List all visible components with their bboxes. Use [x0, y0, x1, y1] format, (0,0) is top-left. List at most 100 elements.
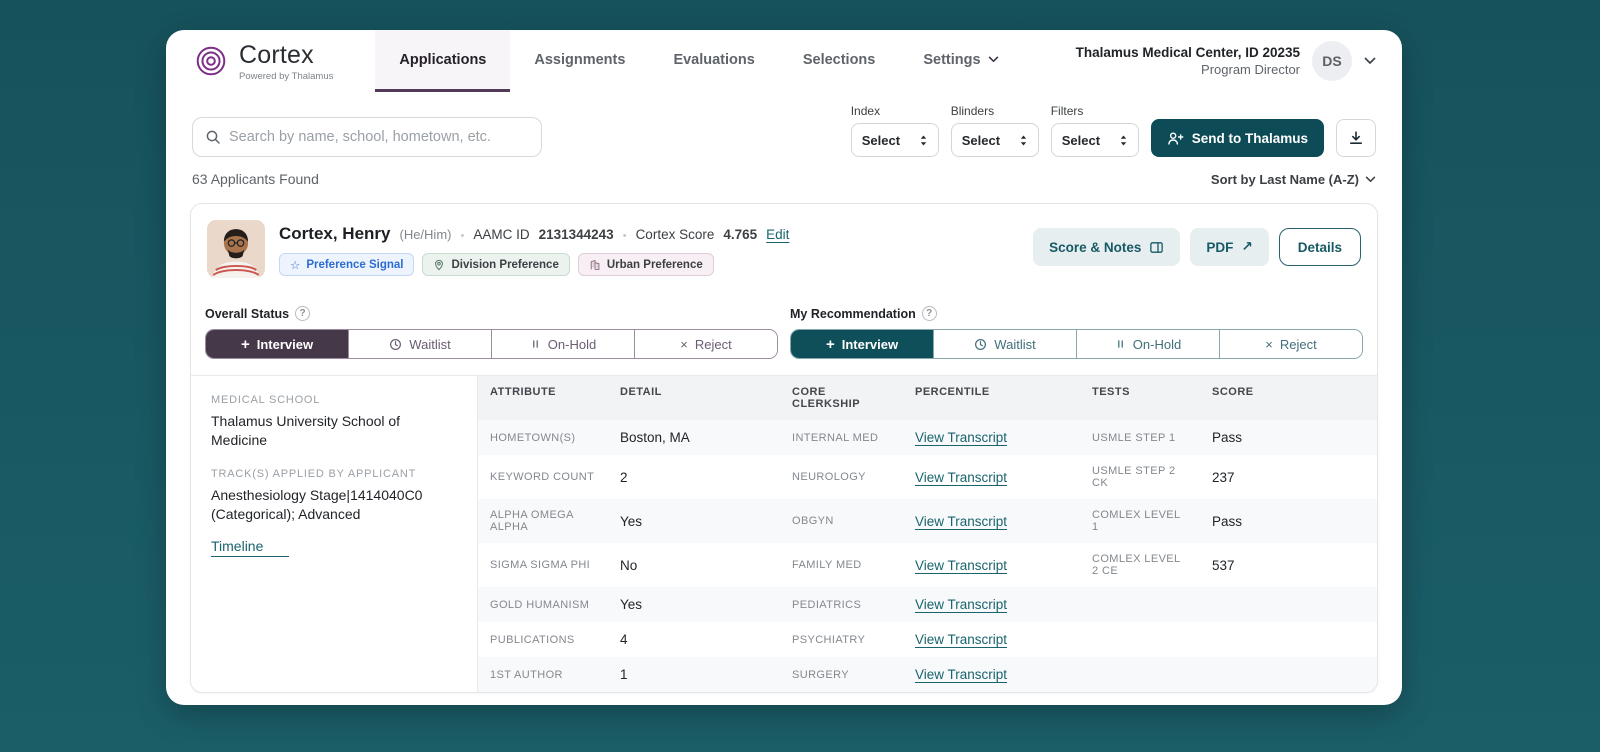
view-transcript-link[interactable]: View Transcript	[915, 558, 1007, 573]
account-menu[interactable]: Thalamus Medical Center, ID 20235 Progra…	[1076, 30, 1376, 92]
score-notes-label: Score & Notes	[1049, 240, 1141, 255]
recommendation-onhold-button[interactable]: On-Hold	[1076, 330, 1219, 358]
tracks-value: Anesthesiology Stage|1414040C0 (Categori…	[211, 486, 437, 524]
index-filter-label: Index	[851, 104, 939, 118]
index-select[interactable]: Select	[851, 123, 939, 157]
send-to-thalamus-button[interactable]: Send to Thalamus	[1151, 119, 1324, 157]
help-icon[interactable]: ?	[295, 306, 310, 321]
plus-icon: +	[241, 337, 250, 352]
overall-onhold-button[interactable]: On-Hold	[491, 330, 634, 358]
detail-cell: 4	[608, 622, 780, 657]
download-button[interactable]	[1336, 119, 1376, 157]
arrow-up-right-icon: ↗	[1241, 239, 1252, 255]
search-input[interactable]	[229, 129, 529, 145]
clerkship-cell: NEUROLOGY	[780, 455, 903, 499]
urban-preference-badge: Urban Preference	[578, 253, 714, 276]
detail-cell: Yes	[608, 499, 780, 543]
search-box[interactable]	[192, 117, 542, 157]
applicant-card-header: Cortex, Henry (He/Him) AAMC ID 213134424…	[191, 204, 1377, 294]
panel-icon	[1149, 240, 1164, 255]
avatar[interactable]: DS	[1312, 41, 1352, 81]
filters-select[interactable]: Select	[1051, 123, 1139, 157]
badge-label: Division Preference	[451, 259, 558, 271]
tab-label: Evaluations	[673, 52, 754, 68]
aamc-id-value: 2131344243	[539, 227, 614, 242]
table-header-row: ATTRIBUTE DETAIL CORE CLERKSHIP PERCENTI…	[478, 376, 1377, 420]
pdf-button[interactable]: PDF ↗	[1190, 228, 1268, 266]
score-cell	[1200, 622, 1377, 657]
division-preference-badge: Division Preference	[422, 253, 569, 276]
score-cell: 537	[1200, 543, 1377, 587]
preference-signal-badge: ☆ Preference Signal	[279, 253, 414, 276]
tab-applications[interactable]: Applications	[375, 30, 510, 92]
tab-settings[interactable]: Settings	[899, 30, 1022, 92]
table-row: 1ST AUTHOR 1 SURGERY View Transcript	[478, 657, 1377, 692]
column-header: TESTS	[1080, 376, 1200, 420]
medical-school-value: Thalamus University School of Medicine	[211, 412, 457, 450]
recommendation-waitlist-button[interactable]: Waitlist	[933, 330, 1076, 358]
clerkship-cell: PSYCHIATRY	[780, 622, 903, 657]
score-cell: Pass	[1200, 499, 1377, 543]
column-header: SCORE	[1200, 376, 1377, 420]
tab-assignments[interactable]: Assignments	[510, 30, 649, 92]
badge-label: Urban Preference	[607, 259, 703, 271]
clerkship-cell: FAMILY MED	[780, 543, 903, 587]
view-transcript-link[interactable]: View Transcript	[915, 597, 1007, 612]
detail-cell: Yes	[608, 587, 780, 622]
segment-label: Interview	[842, 337, 898, 352]
table-row: HOMETOWN(S) Boston, MA INTERNAL MED View…	[478, 420, 1377, 455]
chevron-down-icon[interactable]	[1364, 57, 1376, 65]
recommendation-interview-button[interactable]: + Interview	[791, 330, 933, 358]
recommendation-reject-button[interactable]: × Reject	[1219, 330, 1362, 358]
tab-evaluations[interactable]: Evaluations	[649, 30, 778, 92]
dot-separator	[623, 226, 627, 244]
table-row: ALPHA OMEGA ALPHA Yes OBGYN View Transcr…	[478, 499, 1377, 543]
column-header: ATTRIBUTE	[478, 376, 608, 420]
view-transcript-link[interactable]: View Transcript	[915, 667, 1007, 682]
pause-icon	[530, 338, 541, 350]
view-transcript-link[interactable]: View Transcript	[915, 632, 1007, 647]
clerkship-cell: OBGYN	[780, 499, 903, 543]
sort-control[interactable]: Sort by Last Name (A-Z)	[1211, 172, 1376, 187]
test-cell: COMLEX LEVEL 1	[1080, 499, 1200, 543]
overall-interview-button[interactable]: + Interview	[206, 330, 348, 358]
score-notes-button[interactable]: Score & Notes	[1033, 228, 1180, 266]
segment-label: On-Hold	[1133, 337, 1181, 352]
tab-label: Applications	[399, 52, 486, 68]
edit-score-link[interactable]: Edit	[766, 227, 789, 242]
column-header: CORE CLERKSHIP	[780, 376, 903, 420]
test-cell	[1080, 657, 1200, 692]
overall-reject-button[interactable]: × Reject	[634, 330, 777, 358]
attribute-cell: PUBLICATIONS	[478, 622, 608, 657]
my-recommendation-label: My Recommendation	[790, 307, 916, 321]
attribute-cell: 1ST AUTHOR	[478, 657, 608, 692]
tab-selections[interactable]: Selections	[779, 30, 900, 92]
table-row: GOLD HUMANISM Yes PEDIATRICS View Transc…	[478, 587, 1377, 622]
segment-label: Reject	[1280, 337, 1317, 352]
view-transcript-link[interactable]: View Transcript	[915, 514, 1007, 529]
view-transcript-link[interactable]: View Transcript	[915, 470, 1007, 485]
x-icon: ×	[680, 337, 688, 352]
segment-label: On-Hold	[548, 337, 596, 352]
attribute-cell: SIGMA SIGMA PHI	[478, 543, 608, 587]
help-icon[interactable]: ?	[922, 306, 937, 321]
view-transcript-link[interactable]: View Transcript	[915, 430, 1007, 445]
segment-label: Reject	[695, 337, 732, 352]
segment-label: Interview	[257, 337, 313, 352]
applicant-details: MEDICAL SCHOOL Thalamus University Schoo…	[191, 375, 1377, 692]
search-icon	[205, 129, 221, 145]
overall-waitlist-button[interactable]: Waitlist	[348, 330, 491, 358]
score-cell: 237	[1200, 455, 1377, 499]
test-cell: USMLE STEP 2 CK	[1080, 455, 1200, 499]
details-button[interactable]: Details	[1279, 228, 1361, 266]
select-value: Select	[1062, 133, 1100, 148]
x-icon: ×	[1265, 337, 1273, 352]
test-cell: USMLE STEP 1	[1080, 420, 1200, 455]
cortex-score-value: 4.765	[723, 227, 757, 242]
timeline-link[interactable]: Timeline	[211, 538, 289, 557]
brand: Cortex Powered by Thalamus	[192, 30, 333, 92]
stepper-icon	[1019, 134, 1028, 147]
score-cell	[1200, 657, 1377, 692]
blinders-select[interactable]: Select	[951, 123, 1039, 157]
brand-name: Cortex	[239, 41, 333, 70]
